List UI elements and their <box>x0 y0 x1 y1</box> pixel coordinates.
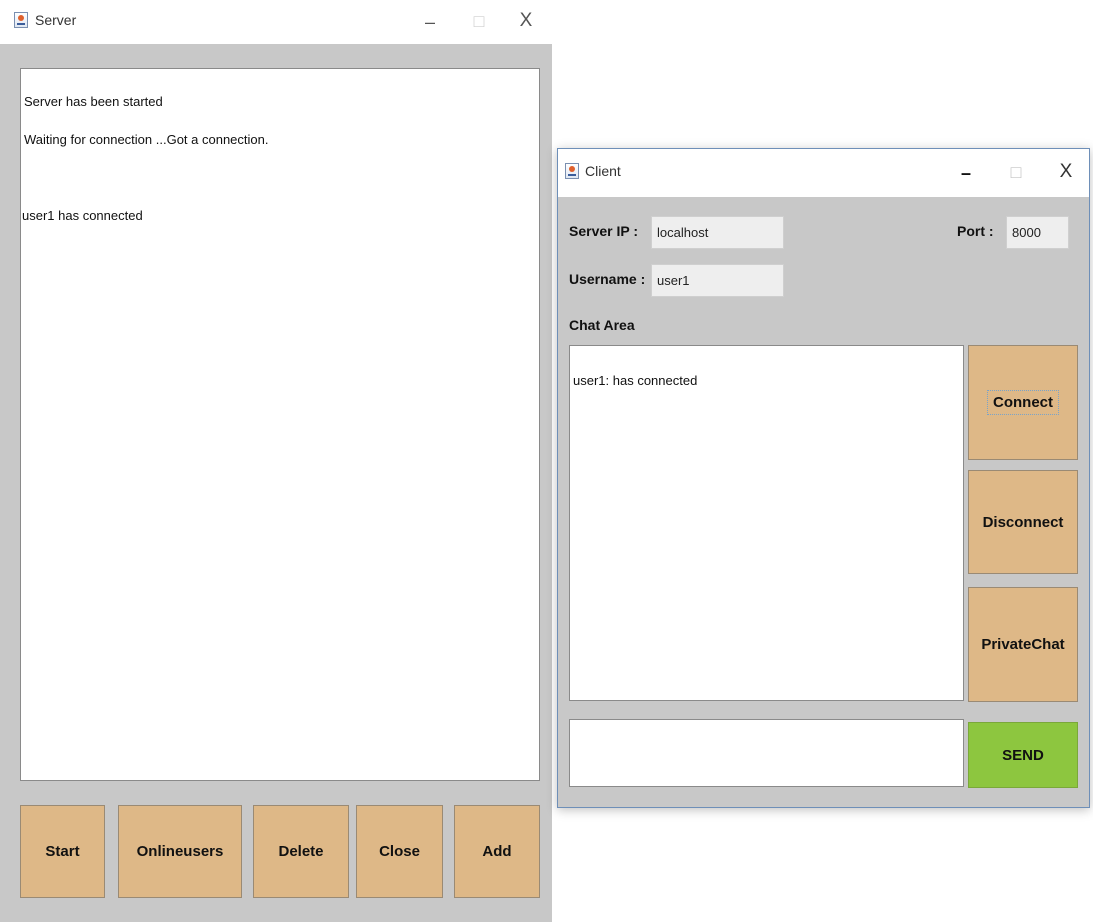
connect-button-label: Connect <box>987 390 1059 415</box>
client-window: Client – □ X Server IP : localhost Port … <box>557 148 1090 808</box>
maximize-icon[interactable]: □ <box>467 11 491 31</box>
log-line: user1 has connected <box>22 208 143 223</box>
log-line: Server has been started <box>24 94 163 109</box>
server-log-area[interactable]: Server has been started Waiting for conn… <box>20 68 540 781</box>
username-field[interactable]: user1 <box>651 264 784 297</box>
client-title-bar[interactable]: Client – □ X <box>558 149 1089 197</box>
server-window-title: Server <box>35 12 77 28</box>
chat-area[interactable]: user1: has connected <box>569 345 964 701</box>
privatechat-button[interactable]: PrivateChat <box>968 587 1078 702</box>
send-button[interactable]: SEND <box>968 722 1078 788</box>
add-button[interactable]: Add <box>454 805 540 898</box>
close-icon[interactable]: X <box>514 11 538 31</box>
maximize-icon[interactable]: □ <box>1004 162 1028 182</box>
connect-button[interactable]: Connect <box>968 345 1078 460</box>
minimize-icon[interactable]: – <box>418 12 442 32</box>
message-input[interactable] <box>569 719 964 787</box>
disconnect-button[interactable]: Disconnect <box>968 470 1078 574</box>
chat-area-label: Chat Area <box>569 317 635 333</box>
server-ip-label: Server IP : <box>569 223 639 239</box>
server-title-bar[interactable]: Server – □ X <box>0 0 552 44</box>
username-label: Username : <box>569 271 646 287</box>
log-line: Waiting for connection ...Got a connecti… <box>24 132 269 147</box>
server-window: Server – □ X Server has been started Wai… <box>0 0 552 922</box>
close-icon[interactable]: X <box>1054 162 1078 182</box>
java-app-icon <box>565 163 579 179</box>
onlineusers-button[interactable]: Onlineusers <box>118 805 242 898</box>
client-window-title: Client <box>585 163 621 179</box>
java-app-icon <box>14 12 28 28</box>
port-label: Port : <box>957 223 994 239</box>
delete-button[interactable]: Delete <box>253 805 349 898</box>
server-ip-field[interactable]: localhost <box>651 216 784 249</box>
minimize-icon[interactable]: – <box>954 163 978 183</box>
start-button[interactable]: Start <box>20 805 105 898</box>
chat-line: user1: has connected <box>573 373 698 388</box>
port-field[interactable]: 8000 <box>1006 216 1069 249</box>
close-button[interactable]: Close <box>356 805 443 898</box>
